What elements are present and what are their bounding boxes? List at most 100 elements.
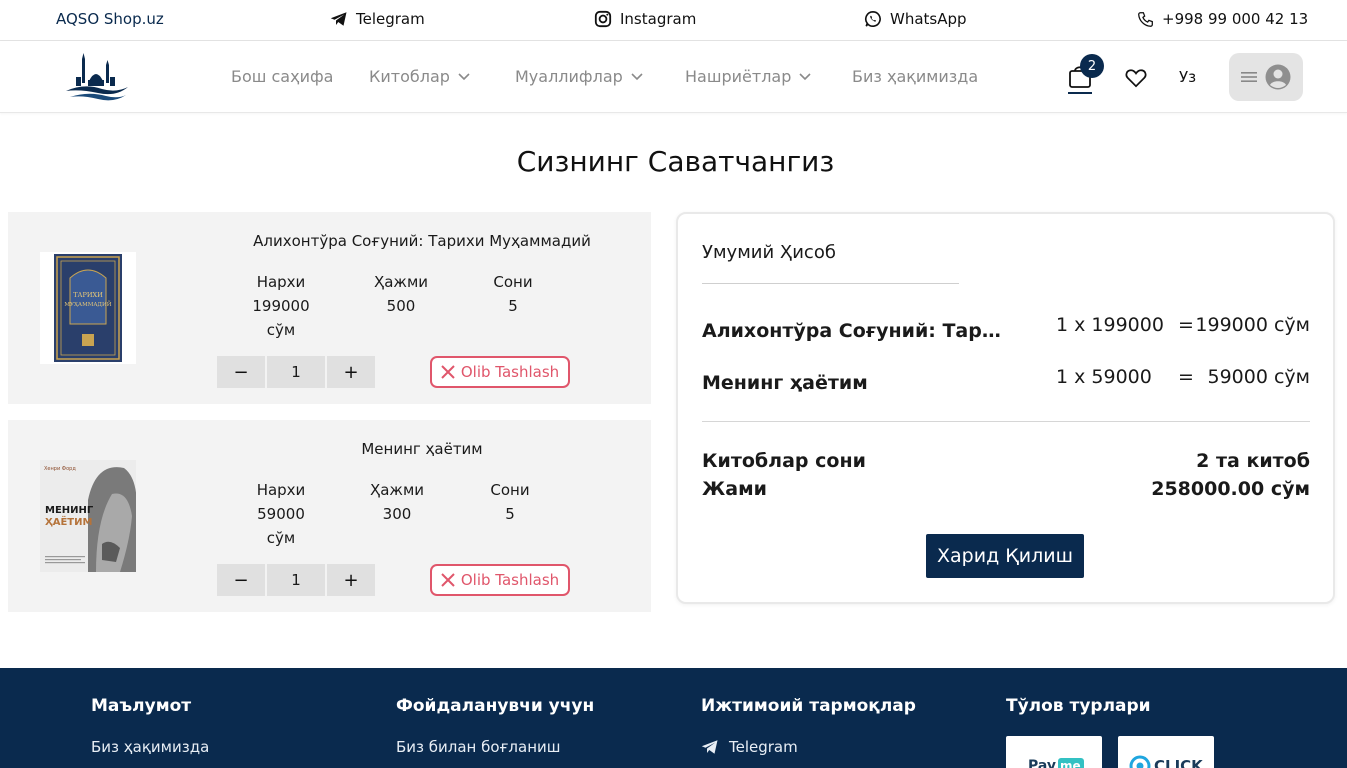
footer-contact-label: Биз билан боғланиш — [396, 738, 561, 756]
nav-home[interactable]: Бош саҳифа — [231, 67, 333, 86]
instagram-label: Instagram — [620, 10, 697, 28]
price-label: Нархи — [256, 273, 306, 291]
increase-button[interactable]: + — [327, 356, 375, 388]
cover-author: Хенри Форд — [44, 466, 76, 472]
price-label: Нархи — [256, 481, 306, 499]
footer-payment-column: Тўлов турлари — [1006, 696, 1151, 716]
instagram-link[interactable]: Instagram — [594, 10, 696, 28]
whatsapp-icon — [865, 10, 881, 27]
telegram-label: Telegram — [356, 10, 425, 28]
nav-books[interactable]: Китоблар — [369, 67, 470, 86]
summary-item-calc: 1 x 199000 — [1056, 314, 1164, 336]
quantity-stepper: − 1 + — [217, 356, 375, 388]
brand-text: AQSO Shop.uz — [56, 10, 164, 28]
footer-about-link[interactable]: Биз ҳақимизда — [91, 738, 209, 756]
telegram-icon — [330, 12, 347, 26]
nav-about[interactable]: Биз ҳақимизда — [852, 67, 978, 86]
summary-item-equals: = — [1178, 366, 1194, 388]
chevron-down-icon — [458, 72, 470, 80]
grand-total-label: Жами — [702, 478, 767, 500]
increase-button[interactable]: + — [327, 564, 375, 596]
item-volume: Ҳажми 300 — [357, 478, 437, 526]
brand-link[interactable]: AQSO Shop.uz — [56, 10, 164, 28]
count-label: Сони — [490, 481, 530, 499]
checkout-button[interactable]: Харид Қилиш — [926, 534, 1084, 578]
remove-button[interactable]: Olib Tashlash — [430, 564, 570, 596]
grand-total-value: 258000.00 сўм — [1151, 478, 1310, 500]
user-avatar-icon — [1265, 64, 1291, 90]
language-switch[interactable]: Уз — [1179, 68, 1196, 86]
remove-label: Olib Tashlash — [460, 571, 560, 589]
summary-divider — [702, 421, 1310, 422]
summary-item-name: Менинг ҳаётим — [702, 372, 868, 394]
decrease-button[interactable]: − — [217, 564, 265, 596]
nav-publishers[interactable]: Нашриётлар — [685, 67, 811, 86]
payme-logo: Pay me — [1006, 736, 1102, 768]
price-currency: сўм — [266, 321, 296, 339]
book-cover-mening-hayotim: Хенри Форд МЕНИНГ ҲАЁТИМ — [40, 460, 137, 572]
footer-telegram-link[interactable]: Telegram — [701, 738, 916, 756]
count-label: Сони — [493, 273, 533, 291]
site-logo[interactable] — [62, 51, 130, 103]
cart-item: ТАРИХИ МУҲАММАДИЙ Алихонтўра Соғуний: Та… — [8, 212, 651, 404]
decrease-button[interactable]: − — [217, 356, 265, 388]
cart-count-badge: 2 — [1080, 54, 1104, 78]
heart-icon — [1125, 69, 1147, 88]
summary-title-divider — [702, 283, 959, 284]
whatsapp-label: WhatsApp — [890, 10, 967, 28]
nav-publishers-label: Нашриётлар — [685, 67, 792, 86]
nav-authors[interactable]: Муаллифлар — [515, 67, 643, 86]
item-count: Сони 5 — [470, 478, 550, 526]
volume-value: 300 — [382, 505, 412, 523]
cart-item: Хенри Форд МЕНИНГ ҲАЁТИМ Менинг ҳаётим Н… — [8, 420, 651, 612]
nav-authors-label: Муаллифлар — [515, 67, 623, 86]
summary-title: Умумий Ҳисоб — [702, 242, 836, 263]
mosque-logo-icon — [66, 53, 128, 101]
item-price: Нархи 59000 сўм — [241, 478, 321, 550]
payme-text: Pay — [1028, 758, 1056, 768]
quantity-value[interactable]: 1 — [267, 564, 325, 596]
summary-row: Менинг ҳаётим 1 x 59000 = 59000 сўм — [702, 366, 1310, 402]
footer-social-column: Ижтимоий тармоқлар Telegram — [701, 696, 916, 756]
footer-about-label: Биз ҳақимизда — [91, 738, 210, 756]
book-cover-image[interactable]: ТАРИХИ МУҲАММАДИЙ — [40, 252, 136, 364]
main-header: Бош саҳифа Китоблар Муаллифлар Нашриётла… — [0, 41, 1347, 113]
chevron-down-icon — [631, 72, 643, 80]
price-value: 59000 — [257, 505, 305, 523]
book-cover-image[interactable]: Хенри Форд МЕНИНГ ҲАЁТИМ — [40, 460, 137, 572]
telegram-icon — [701, 740, 718, 754]
telegram-link[interactable]: Telegram — [330, 10, 425, 28]
price-value: 199000 — [252, 297, 310, 315]
click-logo-icon: CLICK — [1129, 755, 1204, 768]
cover-title-line2: ҲАЁТИМ — [45, 514, 92, 528]
nav-books-label: Китоблар — [369, 67, 450, 86]
whatsapp-link[interactable]: WhatsApp — [864, 10, 967, 28]
remove-button[interactable]: Olib Tashlash — [430, 356, 570, 388]
summary-item-total: 59000 сўм — [1207, 366, 1310, 388]
phone-icon — [1138, 11, 1153, 27]
item-count: Сони 5 — [473, 270, 553, 318]
remove-label: Olib Tashlash — [460, 363, 560, 381]
summary-row: Алихонтўра Соғуний: Тарих... 1 x 199000 … — [702, 314, 1310, 350]
user-menu-button[interactable] — [1229, 53, 1303, 101]
cart-active-underline — [1068, 92, 1092, 94]
cart-button[interactable]: 2 — [1068, 54, 1104, 94]
page-title: Сизнинг Саватчангиз — [516, 145, 835, 178]
summary-item-equals: = — [1178, 314, 1194, 336]
summary-item-total: 199000 сўм — [1195, 314, 1310, 336]
language-label: Уз — [1179, 68, 1197, 86]
hamburger-icon — [1241, 72, 1257, 82]
footer-user-column: Фойдаланувчи учун Биз билан боғланиш — [396, 696, 594, 756]
footer-contact-link[interactable]: Биз билан боғланиш — [396, 738, 594, 756]
wishlist-button[interactable] — [1125, 68, 1147, 92]
nav-about-label: Биз ҳақимизда — [852, 67, 979, 86]
cover-title-line1: МЕНИНГ — [45, 505, 94, 516]
footer-user-title: Фойдаланувчи учун — [396, 696, 595, 716]
phone-link[interactable]: +998 99 000 42 13 — [1137, 10, 1308, 28]
quantity-stepper: − 1 + — [217, 564, 375, 596]
item-title[interactable]: Алихонтўра Соғуний: Тарихи Муҳаммадий — [168, 232, 676, 250]
item-title[interactable]: Менинг ҳаётим — [168, 440, 676, 458]
count-value: 5 — [508, 297, 518, 315]
click-logo: CLICK — [1118, 736, 1214, 768]
quantity-value[interactable]: 1 — [267, 356, 325, 388]
